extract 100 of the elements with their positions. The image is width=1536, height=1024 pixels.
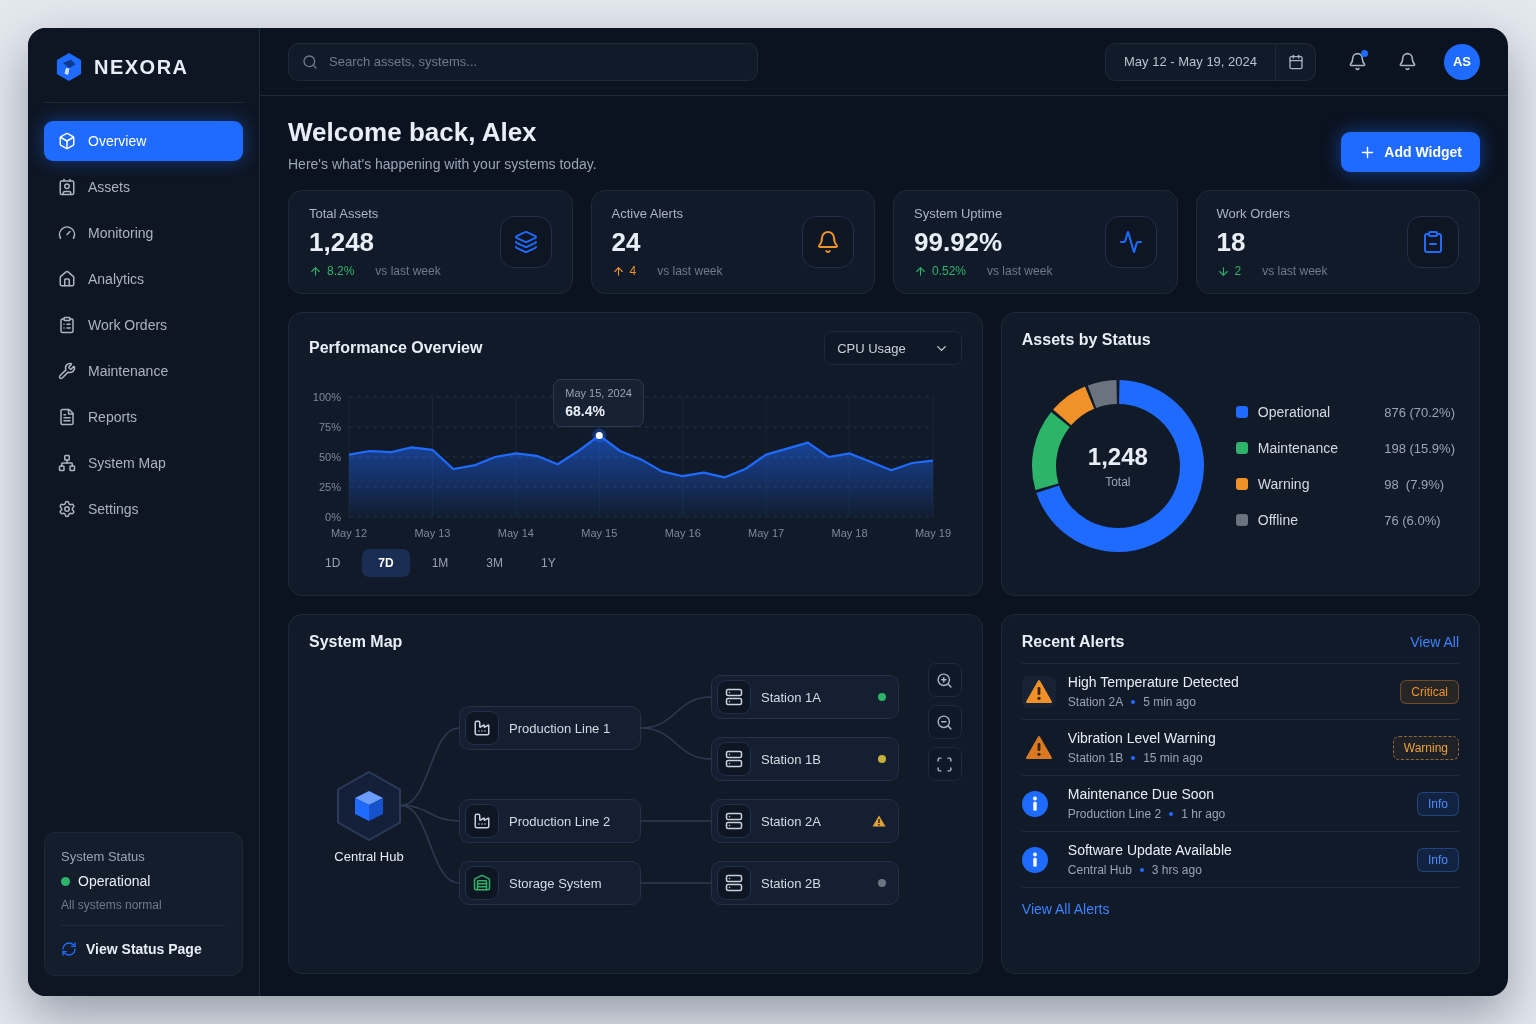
layers-icon [499, 216, 552, 268]
range-tab[interactable]: 1Y [525, 549, 572, 577]
server-icon [717, 804, 751, 838]
axis-label: May 12 [330, 527, 368, 539]
legend-value: 98 (7.9%) [1384, 476, 1446, 492]
range-tab[interactable]: 1D [309, 549, 357, 577]
stat-change: 2 [1234, 264, 1242, 278]
axis-label: May 13 [414, 527, 451, 539]
axis-label: May 16 [664, 527, 701, 539]
legend-value: 198 (15.9%) [1384, 440, 1455, 456]
status-card-title: System Status [61, 849, 146, 864]
panel-title: Recent Alerts [1021, 633, 1125, 651]
stat-change: 8.2% [327, 264, 355, 278]
add-widget-button[interactable]: Add Widget [1341, 132, 1480, 172]
gauge-icon [58, 224, 76, 242]
stat-value: 1,248 [309, 227, 376, 258]
alert-title: High Temperature Detected [1067, 674, 1240, 690]
wrench-icon [58, 362, 76, 380]
zoom-out-icon [936, 713, 954, 731]
document-icon [58, 408, 76, 426]
nav-item[interactable]: Assets [44, 167, 243, 207]
panel-title: System Map [309, 633, 403, 651]
separator-dot-icon [1139, 868, 1144, 872]
warehouse-icon [465, 866, 499, 900]
stat-label: System Uptime [914, 206, 1004, 221]
view-all-link[interactable]: View All [1410, 634, 1459, 650]
nav-item[interactable]: Monitoring [44, 213, 243, 253]
alert-title: Vibration Level Warning [1067, 730, 1217, 746]
axis-label: May 15 [581, 527, 618, 539]
nav-item[interactable]: System Map [44, 443, 243, 483]
range-tab[interactable]: 7D [362, 549, 410, 577]
search-field[interactable]: Search assets, systems... [288, 42, 758, 81]
refresh-icon [61, 941, 77, 957]
range-tab[interactable]: 1M [415, 549, 465, 577]
axis-label: 75% [318, 421, 341, 433]
severity-badge: Info [1417, 847, 1459, 872]
stat-note: vs last week [657, 264, 723, 278]
stat-label: Total Assets [309, 206, 380, 221]
stat-value: 18 [1216, 227, 1247, 258]
stat-value: 99.92% [914, 227, 1004, 258]
stat-note: vs last week [987, 264, 1053, 278]
separator-dot-icon [1131, 700, 1136, 704]
unread-dot-icon [1361, 49, 1368, 57]
pulse-icon [1104, 216, 1157, 268]
separator-dot-icon [1169, 812, 1174, 816]
view-status-page-link[interactable]: View Status Page [61, 939, 226, 959]
cube-icon [337, 770, 401, 841]
axis-label: May 14 [497, 527, 534, 539]
range-tab[interactable]: 3M [470, 549, 520, 577]
data-point-marker [592, 428, 607, 443]
zoom-in-button[interactable] [927, 663, 962, 697]
severity-badge: Warning [1392, 735, 1459, 760]
logo-icon [54, 52, 84, 82]
stat-value: 24 [611, 227, 642, 258]
bell-icon [1347, 52, 1367, 71]
nav-item[interactable]: Maintenance [44, 351, 243, 391]
nav-item[interactable]: Reports [44, 397, 243, 437]
donut-total: 1,248 [1087, 443, 1148, 471]
factory-icon [465, 804, 499, 838]
zoom-out-button[interactable] [927, 705, 962, 739]
axis-label: May 17 [748, 527, 785, 539]
date-range-field[interactable]: May 12 - May 19, 2024 [1105, 42, 1276, 81]
welcome-subtitle: Here's what's happening with your systems today. [288, 156, 597, 172]
welcome-title: Welcome back, Alex [288, 117, 538, 148]
settings-icon [58, 500, 76, 518]
alert-title: Maintenance Due Soon [1067, 786, 1216, 802]
metric-dropdown[interactable]: CPU Usage [824, 331, 962, 365]
legend-label: Operational [1257, 404, 1332, 420]
legend-label: Warning [1257, 476, 1311, 492]
clipboard-icon [58, 316, 76, 334]
axis-label: 100% [312, 391, 341, 403]
fit-view-button[interactable] [927, 747, 962, 781]
nav-item[interactable]: Overview [44, 121, 243, 161]
nav-item[interactable]: Analytics [44, 259, 243, 299]
server-icon [717, 742, 751, 776]
alert-time: 1 hr ago [1181, 807, 1226, 821]
stat-change: 0.52% [932, 264, 967, 278]
status-dot-icon [61, 876, 70, 886]
node-label: Production Line 1 [509, 720, 612, 736]
nav-item[interactable]: Settings [44, 489, 243, 529]
node-label: Station 1A [761, 689, 822, 705]
nav-item[interactable]: Work Orders [44, 305, 243, 345]
node-label: Station 1B [761, 751, 822, 767]
alert-time: 5 min ago [1143, 695, 1196, 709]
legend-value: 76 (6.0%) [1384, 512, 1442, 528]
node-label: Storage System [509, 875, 603, 891]
severity-badge: Critical [1400, 679, 1459, 704]
tooltip-date: May 15, 2024 [565, 387, 632, 400]
bell-icon [1397, 52, 1417, 71]
axis-label: May 19 [914, 527, 952, 539]
bell-icon [802, 216, 854, 268]
legend-label: Offline [1257, 512, 1300, 528]
alert-source: Production Line 2 [1067, 807, 1162, 821]
node-label: Station 2B [761, 875, 822, 891]
calendar-button[interactable] [1276, 42, 1316, 81]
tooltip-value: 68.4% [565, 403, 606, 420]
node-label: Central Hub [334, 848, 404, 864]
view-all-alerts-link[interactable]: View All Alerts [1021, 901, 1110, 917]
alert-time: 3 hrs ago [1151, 863, 1202, 877]
user-avatar[interactable]: AS [1444, 43, 1480, 80]
